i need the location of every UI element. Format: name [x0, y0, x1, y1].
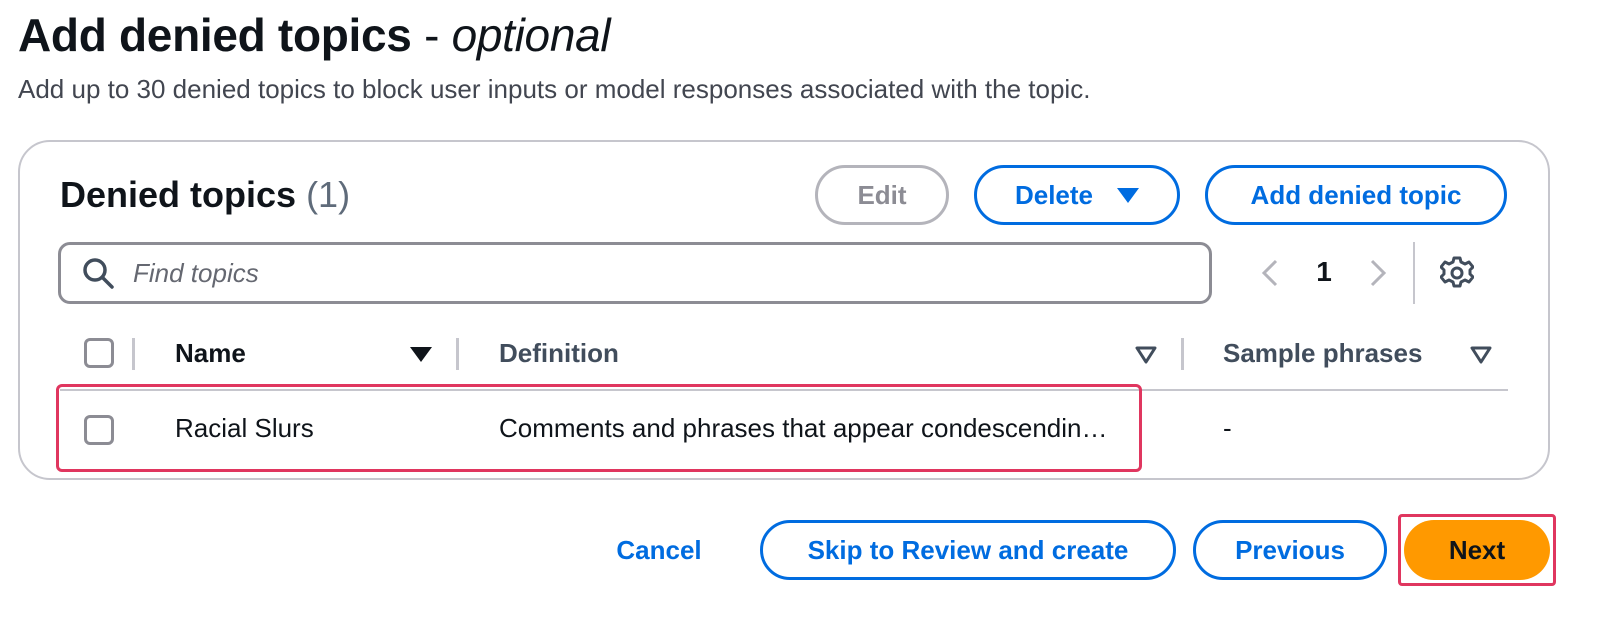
caret-down-icon [1117, 187, 1140, 203]
panel-title: Denied topics (1) [60, 174, 350, 216]
chevron-left-icon[interactable] [1258, 258, 1282, 288]
panel-title-count: (1) [306, 174, 351, 215]
previous-button[interactable]: Previous [1193, 520, 1387, 580]
column-sample-phrases-label: Sample phrases [1223, 338, 1423, 368]
search-input[interactable] [133, 257, 1133, 289]
pagination-divider [1413, 242, 1415, 304]
column-separator[interactable] [456, 338, 459, 370]
page-title-text: Add denied topics [18, 9, 412, 61]
panel-title-text: Denied topics [60, 174, 297, 215]
gear-icon[interactable] [1440, 256, 1474, 290]
current-page-number[interactable]: 1 [1310, 256, 1338, 288]
add-denied-topic-button[interactable]: Add denied topic [1205, 165, 1507, 225]
column-definition-label: Definition [499, 338, 619, 368]
page-title-separator: - [424, 9, 440, 61]
sort-icon[interactable] [1135, 346, 1157, 364]
column-header-sample-phrases[interactable]: Sample phrases [1223, 338, 1422, 369]
page: Add denied topics - optional Add up to 3… [0, 0, 1620, 622]
search-icon [83, 258, 114, 289]
delete-dropdown-button[interactable]: Delete [974, 165, 1180, 225]
edit-button-label: Edit [857, 179, 907, 210]
add-denied-topic-label: Add denied topic [1250, 179, 1462, 210]
column-name-label: Name [175, 338, 246, 368]
skip-to-review-label: Skip to Review and create [807, 534, 1129, 565]
row-sample-phrases-cell: - [1223, 413, 1232, 443]
page-title: Add denied topics - optional [18, 8, 611, 62]
page-description: Add up to 30 denied topics to block user… [18, 74, 1091, 104]
cancel-button[interactable]: Cancel [600, 520, 718, 580]
column-separator[interactable] [1181, 338, 1184, 370]
skip-to-review-button[interactable]: Skip to Review and create [760, 520, 1176, 580]
sort-descending-icon[interactable] [410, 347, 432, 362]
column-separator [132, 338, 135, 370]
edit-button[interactable]: Edit [815, 165, 949, 225]
column-header-name[interactable]: Name [175, 338, 246, 369]
delete-button-label: Delete [1014, 179, 1094, 210]
page-title-optional: optional [451, 9, 611, 61]
select-all-checkbox[interactable] [84, 338, 114, 368]
chevron-right-icon[interactable] [1366, 258, 1390, 288]
previous-button-label: Previous [1235, 534, 1345, 565]
search-field[interactable] [58, 242, 1212, 304]
next-highlight-annotation [1398, 514, 1556, 586]
cancel-button-label: Cancel [616, 534, 702, 565]
column-header-definition[interactable]: Definition [499, 338, 619, 369]
sort-icon[interactable] [1470, 346, 1492, 364]
row-highlight-annotation [56, 384, 1142, 472]
